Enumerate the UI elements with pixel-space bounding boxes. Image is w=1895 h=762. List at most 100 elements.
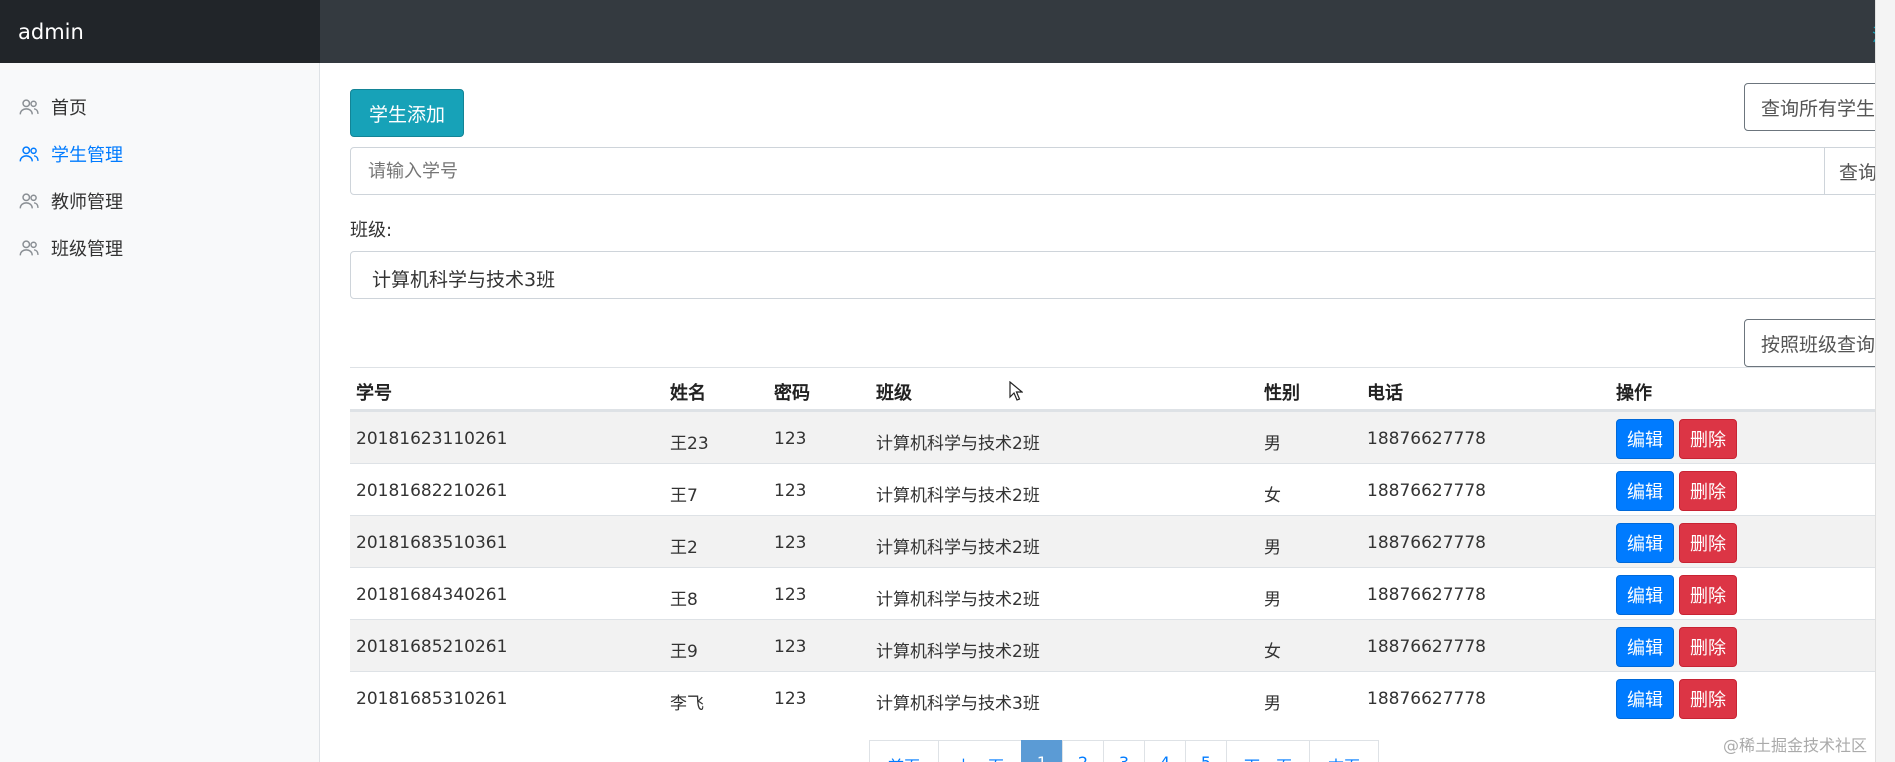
page-1[interactable]: 1 [1021, 740, 1063, 762]
cell-gender: 男 [1264, 434, 1281, 454]
edit-button[interactable]: 编辑 [1616, 627, 1674, 667]
column-header: 学号 [356, 383, 392, 404]
cell-phone: 18876627778 [1367, 585, 1486, 605]
cell-class: 计算机科学与技术2班 [876, 434, 1040, 454]
column-header: 密码 [774, 383, 810, 404]
cell-password: 123 [774, 637, 807, 657]
sidebar-item-home[interactable]: 首页 [0, 83, 319, 130]
delete-button[interactable]: 删除 [1679, 419, 1737, 459]
cell-name: 王2 [670, 538, 698, 558]
cell-phone: 18876627778 [1367, 533, 1486, 553]
delete-button[interactable]: 删除 [1679, 627, 1737, 667]
cell-password: 123 [774, 429, 807, 449]
watermark: @稀土掘金技术社区 [1722, 736, 1867, 755]
mouse-cursor-icon [1009, 381, 1023, 401]
query-by-class-button[interactable]: 按照班级查询 [1744, 319, 1894, 367]
class-select[interactable]: 计算机科学与技术3班 [350, 251, 1894, 299]
cell-password: 123 [774, 585, 807, 605]
edit-button[interactable]: 编辑 [1616, 575, 1674, 615]
cell-class: 计算机科学与技术2班 [876, 486, 1040, 506]
add-student-button[interactable]: 学生添加 [350, 89, 464, 137]
students-table: 学号 姓名 密码 班级 性别 电话 操作 20181623110261 王23 … [350, 367, 1894, 723]
cell-gender: 男 [1264, 590, 1281, 610]
cell-gender: 女 [1264, 486, 1281, 506]
table-row: 20181623110261 王23 123 计算机科学与技术2班 男 1887… [350, 411, 1894, 463]
users-icon [19, 192, 39, 208]
cell-name: 王7 [670, 486, 698, 506]
cell-class: 计算机科学与技术2班 [876, 538, 1040, 558]
brand-title[interactable]: admin [0, 0, 320, 63]
page-next[interactable]: 下一页 [1226, 740, 1310, 762]
pagination: 首页 上一页 1 2 3 4 5 下一页 末页 [869, 740, 1379, 762]
page-last[interactable]: 末页 [1309, 740, 1379, 762]
cell-password: 123 [774, 689, 807, 709]
users-icon [19, 239, 39, 255]
table-row: 20181685310261 李飞 123 计算机科学与技术3班 男 18876… [350, 671, 1894, 723]
edit-button[interactable]: 编辑 [1616, 523, 1674, 563]
row-actions: 编辑 删除 [1616, 419, 1737, 459]
column-header: 操作 [1616, 383, 1652, 404]
cell-password: 123 [774, 533, 807, 553]
cell-phone: 18876627778 [1367, 637, 1486, 657]
sidebar-item-label: 首页 [51, 97, 87, 119]
sidebar-item-label: 学生管理 [51, 144, 123, 166]
class-label: 班级: [350, 220, 393, 241]
edit-button[interactable]: 编辑 [1616, 679, 1674, 719]
delete-button[interactable]: 删除 [1679, 523, 1737, 563]
cell-class: 计算机科学与技术2班 [876, 642, 1040, 662]
page-3[interactable]: 3 [1103, 740, 1145, 762]
delete-button[interactable]: 删除 [1679, 575, 1737, 615]
cell-phone: 18876627778 [1367, 689, 1486, 709]
top-navbar: admin 注 [0, 0, 1895, 63]
edit-button[interactable]: 编辑 [1616, 471, 1674, 511]
cell-gender: 男 [1264, 694, 1281, 714]
sidebar-item-label: 教师管理 [51, 191, 123, 213]
page-5[interactable]: 5 [1185, 740, 1227, 762]
cell-name: 王9 [670, 642, 698, 662]
page-first[interactable]: 首页 [869, 740, 939, 762]
sidebar-item-students[interactable]: 学生管理 [0, 130, 319, 177]
row-actions: 编辑 删除 [1616, 679, 1737, 719]
edit-button[interactable]: 编辑 [1616, 419, 1674, 459]
row-actions: 编辑 删除 [1616, 627, 1737, 667]
cell-student-id: 20181685310261 [356, 689, 508, 709]
column-header: 姓名 [670, 383, 706, 404]
page-4[interactable]: 4 [1144, 740, 1186, 762]
users-icon [19, 145, 39, 161]
cell-gender: 男 [1264, 538, 1281, 558]
student-id-search-input[interactable] [350, 147, 1826, 195]
row-actions: 编辑 删除 [1616, 575, 1737, 615]
cell-phone: 18876627778 [1367, 429, 1486, 449]
sidebar-item-teachers[interactable]: 教师管理 [0, 177, 319, 224]
delete-button[interactable]: 删除 [1679, 679, 1737, 719]
row-actions: 编辑 删除 [1616, 471, 1737, 511]
row-actions: 编辑 删除 [1616, 523, 1737, 563]
table-header-row: 学号 姓名 密码 班级 性别 电话 操作 [350, 367, 1894, 411]
page-prev[interactable]: 上一页 [938, 740, 1022, 762]
delete-button[interactable]: 删除 [1679, 471, 1737, 511]
cell-gender: 女 [1264, 642, 1281, 662]
table-row: 20181683510361 王2 123 计算机科学与技术2班 男 18876… [350, 515, 1894, 567]
users-icon [19, 98, 39, 114]
column-header: 班级 [876, 383, 912, 404]
cell-password: 123 [774, 481, 807, 501]
cell-student-id: 20181685210261 [356, 637, 508, 657]
cell-name: 王23 [670, 434, 709, 454]
sidebar-item-classes[interactable]: 班级管理 [0, 224, 319, 271]
column-header: 电话 [1367, 383, 1403, 404]
table-row: 20181682210261 王7 123 计算机科学与技术2班 女 18876… [350, 463, 1894, 515]
cell-name: 李飞 [670, 694, 704, 714]
cell-class: 计算机科学与技术3班 [876, 694, 1040, 714]
cell-student-id: 20181623110261 [356, 429, 508, 449]
cell-class: 计算机科学与技术2班 [876, 590, 1040, 610]
sidebar-item-label: 班级管理 [51, 238, 123, 260]
main-content: 学生添加 查询所有学生 查询 班级: 计算机科学与技术3班 按照班级查询 学号 … [350, 63, 1894, 762]
table-row: 20181684340261 王8 123 计算机科学与技术2班 男 18876… [350, 567, 1894, 619]
cell-student-id: 20181683510361 [356, 533, 508, 553]
query-all-students-button[interactable]: 查询所有学生 [1744, 83, 1894, 131]
sidebar: 首页 学生管理 教师管理 班级管理 [0, 63, 320, 762]
page-2[interactable]: 2 [1062, 740, 1104, 762]
cell-name: 王8 [670, 590, 698, 610]
table-row: 20181685210261 王9 123 计算机科学与技术2班 女 18876… [350, 619, 1894, 671]
scrollbar[interactable] [1875, 0, 1895, 762]
